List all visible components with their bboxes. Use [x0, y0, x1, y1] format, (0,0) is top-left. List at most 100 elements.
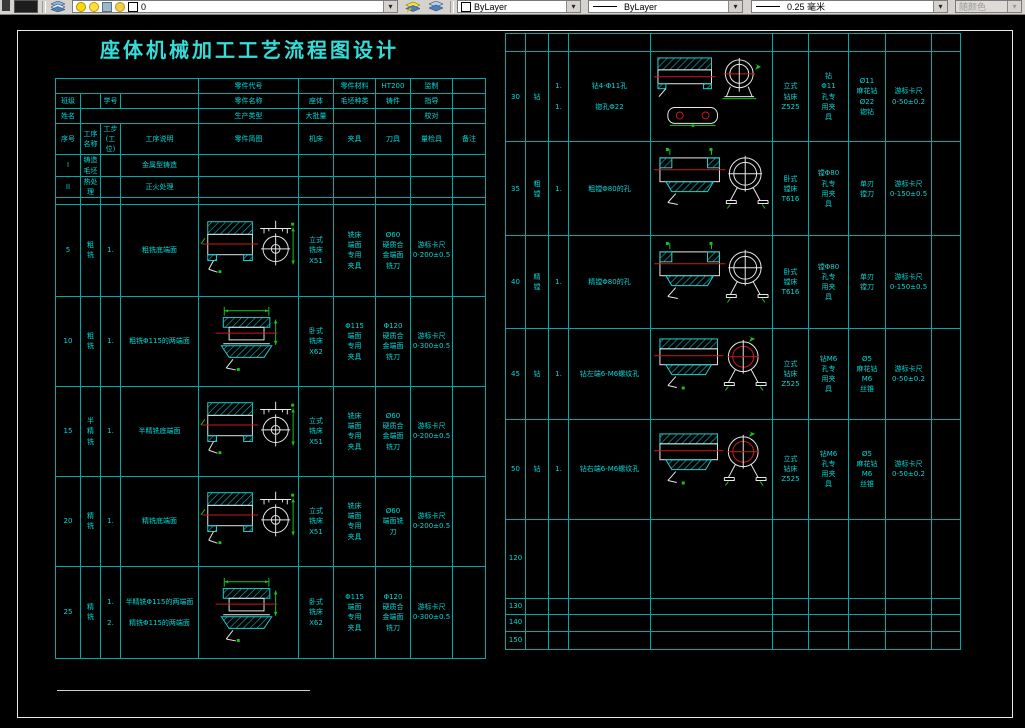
- remark-cell: [931, 50, 961, 143]
- process-name-cell: 热处 理: [80, 175, 101, 198]
- col-sketch-header: 零件简图: [198, 122, 299, 156]
- step-cell: 1.: [548, 235, 569, 330]
- empty-cell: [548, 613, 569, 632]
- machine-cell: 立式 铣床 X51: [298, 385, 334, 477]
- empty-cell: [931, 630, 961, 650]
- empty-cell: [375, 154, 411, 177]
- machine-cell: 卧式 铣床 X62: [298, 565, 334, 659]
- no-cell: 140: [505, 613, 526, 632]
- sketch-cell: [650, 418, 773, 520]
- bottom-reference-line: [57, 690, 310, 691]
- toolbar-separator: [42, 1, 46, 13]
- layer-properties-button[interactable]: [48, 0, 68, 13]
- step-cell: 1.: [100, 203, 121, 297]
- production-type-value: 大批量: [298, 108, 334, 124]
- layer-previous-button[interactable]: [426, 0, 446, 13]
- color-combo[interactable]: ByLayer: [457, 0, 581, 13]
- class-label: 班级: [55, 93, 81, 109]
- dropdown-arrow-icon[interactable]: [566, 1, 580, 12]
- guide-label: 指导: [410, 93, 453, 109]
- desc-cell: 精铣底端面: [120, 475, 199, 567]
- machine-cell: 立式 钻床 Z525: [772, 418, 809, 520]
- part-sketch: [200, 213, 297, 289]
- empty-cell: [375, 196, 411, 205]
- machine-cell: 立式 钻床 Z525: [772, 50, 809, 143]
- tool-cell: Ø5 麻花钻 M6 丝锥: [848, 418, 886, 520]
- sketch-cell: [198, 203, 299, 297]
- step-cell: 1.: [548, 141, 569, 237]
- desc-cell: 正火处理: [120, 175, 199, 198]
- process-table-sheet1: 零件代号 零件材料 HT200 监制 班级 学号 零件名称 座体 毛坯种类 铸件…: [55, 78, 486, 659]
- no-cell: 5: [55, 203, 81, 297]
- drawing-canvas[interactable]: 座体机械加工工艺流程图设计 零件代号 零件材料 HT200 监制 班级 学号 零…: [0, 14, 1025, 728]
- machine-cell: 卧式 镗床 T616: [772, 235, 809, 330]
- desc-cell: 粗铣Φ115的两端面: [120, 295, 199, 387]
- empty-cell: [808, 630, 849, 650]
- col-desc-header: 工序说明: [120, 122, 199, 156]
- dropdown-arrow-icon[interactable]: [933, 1, 947, 12]
- empty-cell: [848, 613, 886, 632]
- cad-application-window: 0 ByLayer ByLayer: [0, 0, 1025, 728]
- empty-cell: [808, 33, 849, 52]
- tool-cell: 单刃 镗刀: [848, 141, 886, 237]
- partial-toolbar-icon[interactable]: [2, 0, 10, 11]
- empty-cell: [452, 93, 486, 109]
- empty-cell: [885, 518, 932, 599]
- no-cell: 20: [55, 475, 81, 567]
- empty-cell: [772, 630, 809, 650]
- partial-toolbar-icon[interactable]: [14, 0, 38, 13]
- empty-cell: [80, 93, 101, 109]
- layer-thaw-icon: [89, 1, 99, 12]
- desc-cell: 精镗Φ80的孔: [568, 235, 651, 330]
- current-plotstyle: 随颜色: [959, 2, 987, 12]
- part-name-value: 座体: [298, 93, 334, 109]
- empty-cell: [885, 613, 932, 632]
- desc-cell: 粗铣底端面: [120, 203, 199, 297]
- col-step-header: 工步 (工位): [100, 122, 121, 156]
- empty-cell: [568, 33, 651, 52]
- fixture-cell: 铣床 端面 专用 夹具: [333, 203, 376, 297]
- process-name-cell: 精 铣: [80, 565, 101, 659]
- step-cell: 1.: [548, 418, 569, 520]
- desc-cell: 半精铣底端面: [120, 385, 199, 477]
- make-object-layer-current-button[interactable]: [402, 0, 422, 13]
- layer-combo[interactable]: 0: [72, 0, 398, 13]
- empty-cell: [120, 93, 199, 109]
- tool-cell: Ø11 麻花钻 Ø22 锪钻: [848, 50, 886, 143]
- part-material-value: HT200: [375, 78, 411, 94]
- gauge-cell: 游标卡尺 0-200±0.5: [410, 385, 453, 477]
- fixture-cell: 镗Φ80 孔专 用夹 具: [808, 141, 849, 237]
- remark-cell: [452, 295, 486, 387]
- empty-cell: [650, 613, 773, 632]
- empty-cell: [885, 597, 932, 615]
- part-sketch: [652, 238, 771, 327]
- process-name-cell: 粗 镗: [525, 141, 549, 237]
- remark-cell: [452, 475, 486, 567]
- layer-plot-icon: [115, 1, 125, 12]
- desc-cell: 半精铣Φ115的两端面 精铣Φ115的两端面: [120, 565, 199, 659]
- layer-lock-icon: [102, 1, 112, 12]
- step-cell: 1. 2.: [100, 565, 121, 659]
- dropdown-arrow-icon[interactable]: [383, 1, 397, 12]
- process-name-cell: 粗 铣: [80, 295, 101, 387]
- plotstyle-combo[interactable]: 随颜色: [955, 0, 1022, 13]
- remark-cell: [931, 418, 961, 520]
- sketch-cell: [198, 295, 299, 387]
- col-gauge-header: 量检具: [410, 122, 453, 156]
- process-name-cell: 精 镗: [525, 235, 549, 330]
- empty-cell: [525, 613, 549, 632]
- linetype-combo[interactable]: ByLayer: [588, 0, 743, 13]
- empty-cell: [525, 33, 549, 52]
- dropdown-arrow-icon[interactable]: [728, 1, 742, 12]
- empty-cell: [931, 597, 961, 615]
- empty-cell: [885, 33, 932, 52]
- gauge-cell: 游标卡尺 0-200±0.5: [410, 203, 453, 297]
- lineweight-combo[interactable]: 0.25 毫米: [751, 0, 948, 13]
- empty-cell: [333, 108, 376, 124]
- tool-cell: Φ120 硬质合 金端面 铣刀: [375, 565, 411, 659]
- gauge-cell: 游标卡尺 0-200±0.5: [410, 475, 453, 567]
- col-machine-header: 机床: [298, 122, 334, 156]
- empty-cell: [120, 196, 199, 205]
- empty-cell: [772, 33, 809, 52]
- empty-cell: [848, 597, 886, 615]
